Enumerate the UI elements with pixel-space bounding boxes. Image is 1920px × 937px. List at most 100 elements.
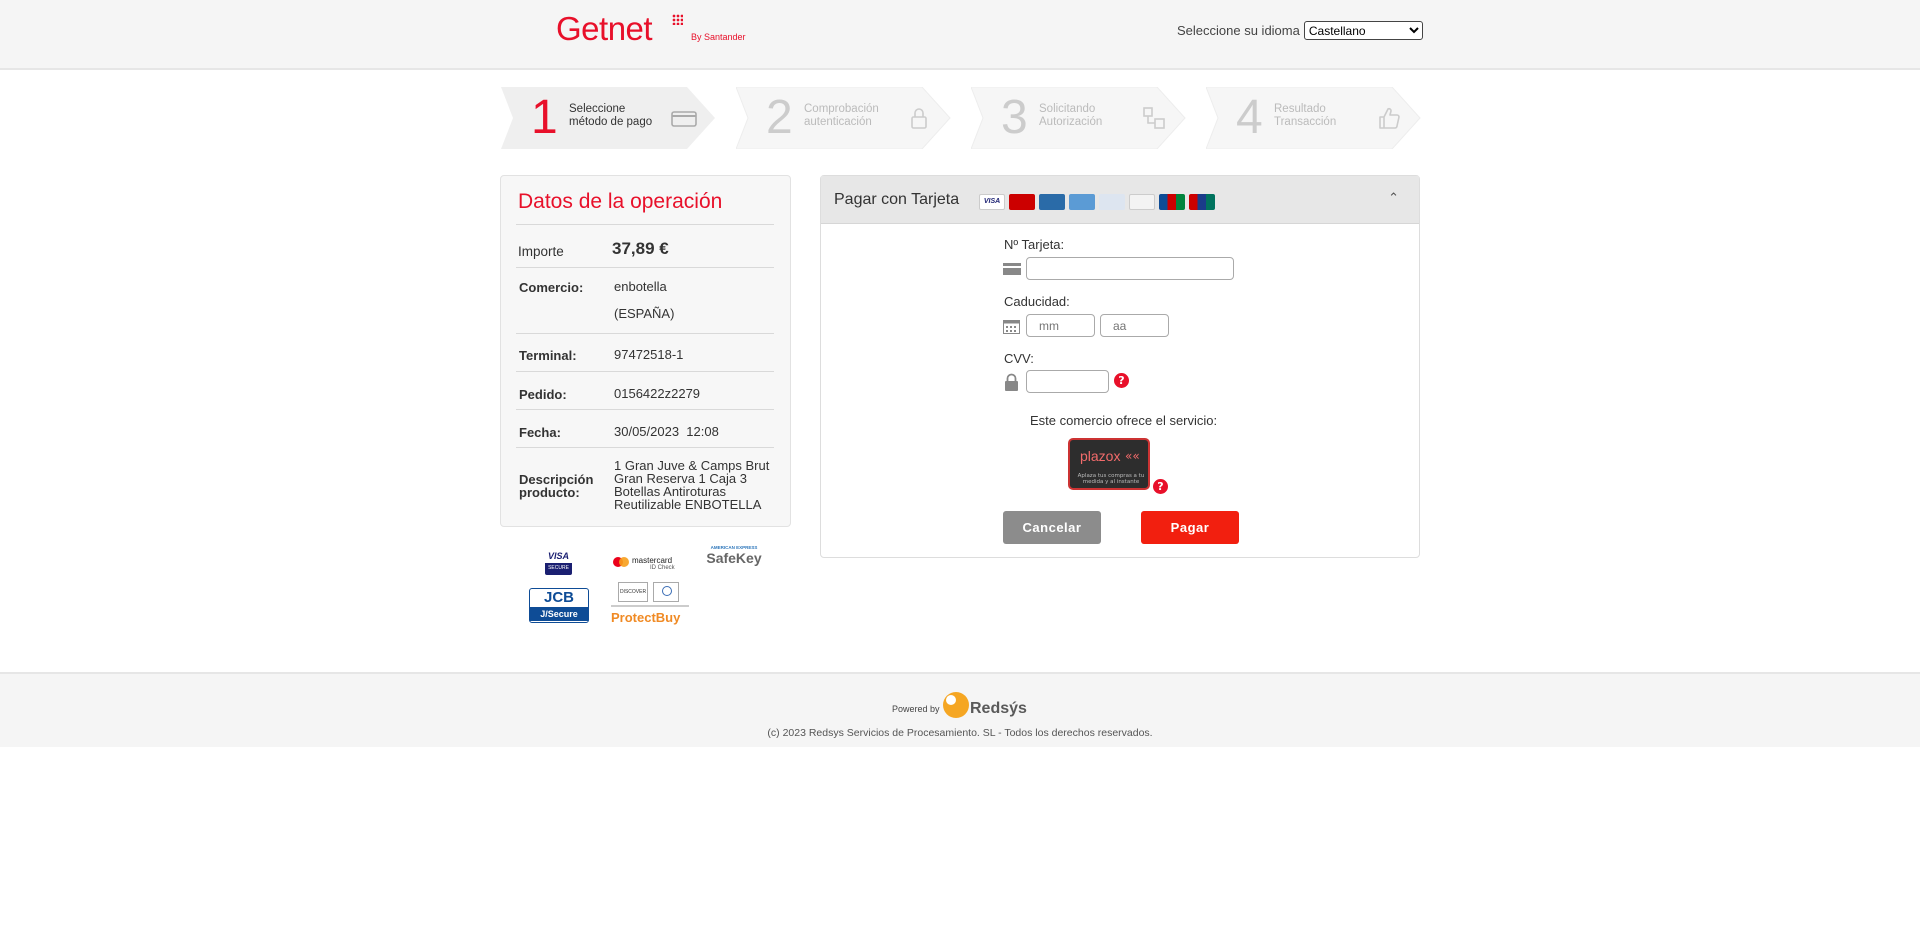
divider (516, 333, 774, 334)
logo-dots-icon (672, 14, 683, 25)
step-label-line1: Comprobación (804, 103, 879, 115)
jcb-text: JCB (543, 589, 574, 606)
divider (516, 267, 774, 268)
step-label-line2: autenticación (804, 116, 872, 128)
mastercard-orange-circle (619, 557, 629, 567)
step-4: 4 Resultado Transacción (1206, 87, 1421, 149)
step-number: 4 (1236, 91, 1263, 144)
logo-by-santander: By Santander (691, 32, 746, 42)
step-1: 1 Seleccione método de pago (501, 87, 715, 149)
visa-text: VISA (545, 550, 572, 563)
mastercard-idcheck-logo: mastercard ID Check (613, 555, 685, 575)
card-number-input[interactable] (1026, 257, 1234, 280)
mastercard-text: mastercard (632, 556, 673, 565)
idcheck-text: ID Check (650, 565, 675, 571)
card-payment-title: Pagar con Tarjeta (834, 191, 960, 208)
cvv-help-icon[interactable]: ? (1114, 373, 1129, 388)
copyright-text: (c) 2023 Redsys Servicios de Procesamien… (767, 727, 1153, 739)
transfer-icon (1143, 107, 1165, 129)
diners-circle-icon (662, 586, 672, 596)
merchant-country: (ESPAÑA) (614, 306, 675, 321)
protectbuy-logo: ProtectBuy (611, 610, 681, 625)
order-row: Pedido: 0156422z2279 (516, 383, 774, 411)
step-number: 3 (1001, 91, 1028, 144)
card-payment-panel: Pagar con Tarjeta VISA ⌃ Nº Tarjeta: Cad… (820, 175, 1420, 558)
expiry-month-input[interactable] (1026, 314, 1095, 337)
discover-text: DISCOVER (619, 589, 647, 595)
plazox-help-icon[interactable]: ? (1153, 479, 1168, 494)
discover-icon (1129, 194, 1155, 210)
safekey-text: SafeKey (706, 550, 762, 566)
date-row: Fecha: 30/05/2023 12:08 (516, 421, 774, 449)
discover-logo: DISCOVER (618, 582, 648, 602)
merchant-name: enbotella (614, 279, 667, 294)
powered-by-text: Powered by (892, 704, 940, 714)
operation-data-panel: Datos de la operación Importe 37,89 € Co… (500, 175, 791, 527)
card-number-icon (1003, 263, 1021, 275)
amount-row: Importe 37,89 € (516, 236, 774, 266)
date-value: 30/05/2023 12:08 (614, 424, 719, 439)
divider (516, 447, 774, 448)
step-label: Resultado Transacción (1274, 103, 1336, 129)
expiry-year-input[interactable] (1100, 314, 1169, 337)
lock-icon (911, 108, 927, 129)
top-bar: Getnet By Santander Seleccione su idioma… (0, 0, 1920, 70)
amount-value: 37,89 € (612, 239, 669, 258)
redsys-text: Redsýs (970, 700, 1027, 717)
cancel-button[interactable]: Cancelar (1003, 511, 1101, 544)
merchant-label: Comercio: (519, 280, 584, 295)
plazox-logo-text: plazox (1080, 448, 1121, 464)
order-value: 0156422z2279 (614, 386, 701, 401)
card-number-label: Nº Tarjeta: (1004, 237, 1065, 252)
unionpay-icon (1189, 194, 1215, 210)
step-number: 1 (531, 91, 558, 144)
visa-sub-text: SECURE (548, 565, 569, 571)
description-label: Descripción producto: (519, 472, 594, 500)
plazox-button[interactable]: plazox «« Aplaza tus compras a tu medida… (1068, 438, 1150, 490)
divider (611, 605, 689, 607)
visa-icon: VISA (979, 194, 1005, 210)
date-label: Fecha: (519, 425, 561, 440)
logo-text: Getnet (556, 10, 653, 47)
amex-safekey-logo: AMERICAN EXPRESS SafeKey (702, 545, 766, 569)
divider (516, 409, 774, 410)
card-payment-header[interactable]: Pagar con Tarjeta VISA ⌃ (821, 176, 1419, 224)
divider (516, 371, 774, 372)
merchant-row: Comercio: enbotella (ESPAÑA) (516, 276, 774, 331)
step-label-line2: Autorización (1039, 116, 1103, 128)
calendar-icon (1003, 320, 1020, 334)
order-label: Pedido: (519, 387, 567, 402)
visa-secure-logo: VISA SECURE (545, 550, 572, 575)
language-label: Seleccione su idioma (1177, 23, 1300, 38)
expiry-label: Caducidad: (1004, 294, 1070, 309)
step-label: Comprobación autenticación (804, 103, 879, 129)
step-number: 2 (766, 91, 793, 144)
service-offer-text: Este comercio ofrece el servicio: (1030, 413, 1218, 428)
amex-icon (1069, 194, 1095, 210)
description-value: 1 Gran Juve & Camps Brut Gran Reserva 1 … (614, 458, 770, 512)
jcb-icon (1159, 194, 1185, 210)
chevron-up-icon[interactable]: ⌃ (1388, 191, 1399, 206)
step-label-line2: método de pago (569, 116, 653, 128)
security-brands: VISA SECURE mastercard ID Check AMERICAN… (520, 545, 770, 635)
diners-icon (1099, 194, 1125, 210)
cvv-input[interactable] (1026, 370, 1109, 393)
maestro-icon (1039, 194, 1065, 210)
terminal-label: Terminal: (519, 348, 577, 363)
operation-title: Datos de la operación (518, 190, 723, 213)
step-label: Seleccione método de pago (569, 103, 652, 129)
step-label-line1: Seleccione (569, 103, 626, 115)
lock-icon (1005, 373, 1018, 391)
divider (516, 224, 774, 225)
language-select[interactable]: Castellano (1303, 21, 1423, 40)
getnet-logo[interactable]: Getnet By Santander (556, 10, 746, 47)
step-label-line2: Transacción (1274, 116, 1337, 128)
pay-button[interactable]: Pagar (1141, 511, 1239, 544)
description-row: Descripción producto: 1 Gran Juve & Camp… (516, 459, 774, 515)
jsecure-text: J/Secure (530, 607, 588, 621)
jcb-jsecure-logo: JCB J/Secure (529, 588, 589, 623)
step-label-line1: Resultado (1274, 103, 1326, 115)
card-icon (671, 111, 697, 127)
step-2: 2 Comprobación autenticación (736, 87, 951, 149)
terminal-row: Terminal: 97472518-1 (516, 344, 774, 372)
